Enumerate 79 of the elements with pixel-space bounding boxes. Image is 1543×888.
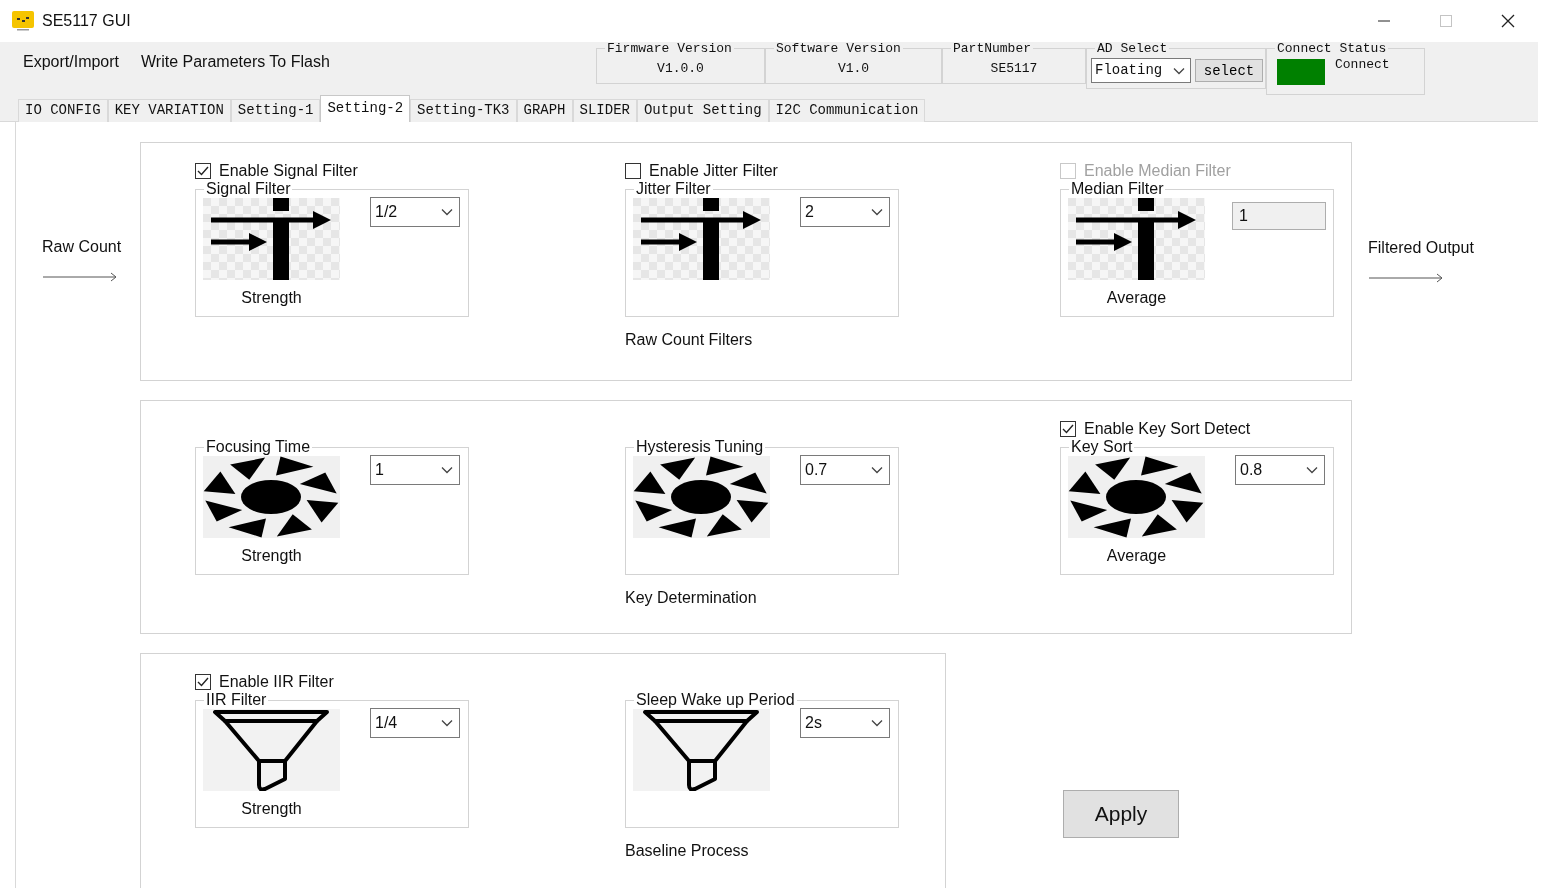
tab[interactable]: IO CONFIG bbox=[18, 99, 108, 122]
tab[interactable]: GRAPH bbox=[516, 99, 573, 122]
group-title: AD Select bbox=[1096, 42, 1169, 55]
group-title: Firmware Version bbox=[606, 42, 733, 55]
section-caption: Raw Count Filters bbox=[625, 330, 754, 350]
flow-label: Raw Count bbox=[42, 237, 123, 257]
dropdown[interactable]: 2s bbox=[800, 708, 890, 738]
chevron-down-icon bbox=[441, 208, 453, 216]
group-title: Hysteresis Tuning bbox=[635, 439, 765, 455]
dropdown[interactable]: Floating bbox=[1091, 58, 1191, 83]
dropdown[interactable]: 0.8 bbox=[1235, 455, 1325, 485]
checkbox-label: Enable Key Sort Detect bbox=[1084, 419, 1251, 439]
filter-arrows-icon bbox=[1068, 198, 1205, 280]
checkbox-label: Enable Signal Filter bbox=[219, 161, 358, 181]
dropdown[interactable]: 1/4 bbox=[370, 708, 460, 738]
tab[interactable]: I2C Communication bbox=[768, 99, 926, 122]
tab[interactable]: Setting-1 bbox=[230, 99, 321, 122]
group-title: Sleep Wake up Period bbox=[635, 692, 796, 708]
checkbox-label: Enable IIR Filter bbox=[219, 672, 334, 692]
group-title: IIR Filter bbox=[205, 692, 268, 708]
tab[interactable]: Setting-TK3 bbox=[410, 99, 517, 122]
group-title: Signal Filter bbox=[205, 181, 292, 197]
group-title: Jitter Filter bbox=[635, 181, 712, 197]
chevron-down-icon bbox=[871, 719, 883, 727]
select-button[interactable]: select bbox=[1195, 59, 1263, 82]
status-text: Connect bbox=[1335, 56, 1390, 74]
tab[interactable]: Output Setting bbox=[636, 99, 769, 122]
checkbox[interactable] bbox=[195, 163, 211, 179]
chevron-down-icon bbox=[441, 719, 453, 727]
image-caption: Strength bbox=[240, 799, 303, 819]
dropdown[interactable]: 1/2 bbox=[370, 197, 460, 227]
group-title: PartNumber bbox=[952, 42, 1032, 55]
dropdown[interactable]: 2 bbox=[800, 197, 890, 227]
apply-button[interactable]: Apply bbox=[1063, 790, 1179, 838]
group-title: Software Version bbox=[775, 42, 902, 55]
menu-item[interactable]: Export/Import bbox=[12, 47, 131, 75]
aperture-icon bbox=[203, 456, 340, 538]
app-icon bbox=[12, 11, 34, 31]
tab[interactable]: SLIDER bbox=[572, 99, 637, 122]
group-title: Key Sort bbox=[1070, 439, 1134, 455]
chevron-down-icon bbox=[1306, 466, 1318, 474]
info-value: SE5117 bbox=[989, 60, 1039, 78]
info-value: V1.0.0 bbox=[656, 60, 705, 78]
image-caption: Average bbox=[1105, 546, 1168, 566]
menu-item[interactable]: Write Parameters To Flash bbox=[130, 47, 341, 75]
checkbox[interactable] bbox=[195, 674, 211, 690]
chevron-down-icon bbox=[441, 466, 453, 474]
checkbox[interactable] bbox=[1060, 421, 1076, 437]
aperture-icon bbox=[633, 456, 770, 538]
section-caption: Key Determination bbox=[625, 588, 758, 608]
flow-label: Filtered Output bbox=[1368, 238, 1474, 258]
group-title: Connect Status bbox=[1276, 42, 1388, 55]
group-title: Median Filter bbox=[1070, 181, 1165, 197]
funnel-icon bbox=[203, 709, 340, 791]
aperture-icon bbox=[1068, 456, 1205, 538]
arrow-icon bbox=[42, 272, 118, 282]
image-caption: Average bbox=[1105, 288, 1168, 308]
dropdown[interactable]: 1 bbox=[370, 455, 460, 485]
window-title: SE5117 GUI bbox=[42, 11, 131, 31]
image-caption: Strength bbox=[240, 288, 303, 308]
chevron-down-icon bbox=[1173, 66, 1185, 75]
chevron-down-icon bbox=[871, 466, 883, 474]
input-field[interactable]: 1 bbox=[1232, 202, 1326, 230]
close-icon[interactable] bbox=[1501, 14, 1515, 28]
info-value: V1.0 bbox=[836, 60, 871, 78]
chevron-down-icon bbox=[871, 208, 883, 216]
filter-arrows-icon bbox=[633, 198, 770, 280]
checkbox-label: Enable Jitter Filter bbox=[649, 161, 778, 181]
section-caption: Baseline Process bbox=[625, 841, 750, 861]
checkbox[interactable] bbox=[625, 163, 641, 179]
dropdown[interactable]: 0.7 bbox=[800, 455, 890, 485]
image-caption: Strength bbox=[240, 546, 303, 566]
funnel-icon bbox=[633, 709, 770, 791]
tab[interactable]: Setting-2 bbox=[320, 95, 411, 122]
filter-arrows-icon bbox=[203, 198, 340, 280]
arrow-icon bbox=[1368, 273, 1444, 283]
tab[interactable]: KEY VARIATION bbox=[107, 99, 231, 122]
group-title: Focusing Time bbox=[205, 439, 312, 455]
checkbox-label: Enable Median Filter bbox=[1084, 161, 1231, 181]
